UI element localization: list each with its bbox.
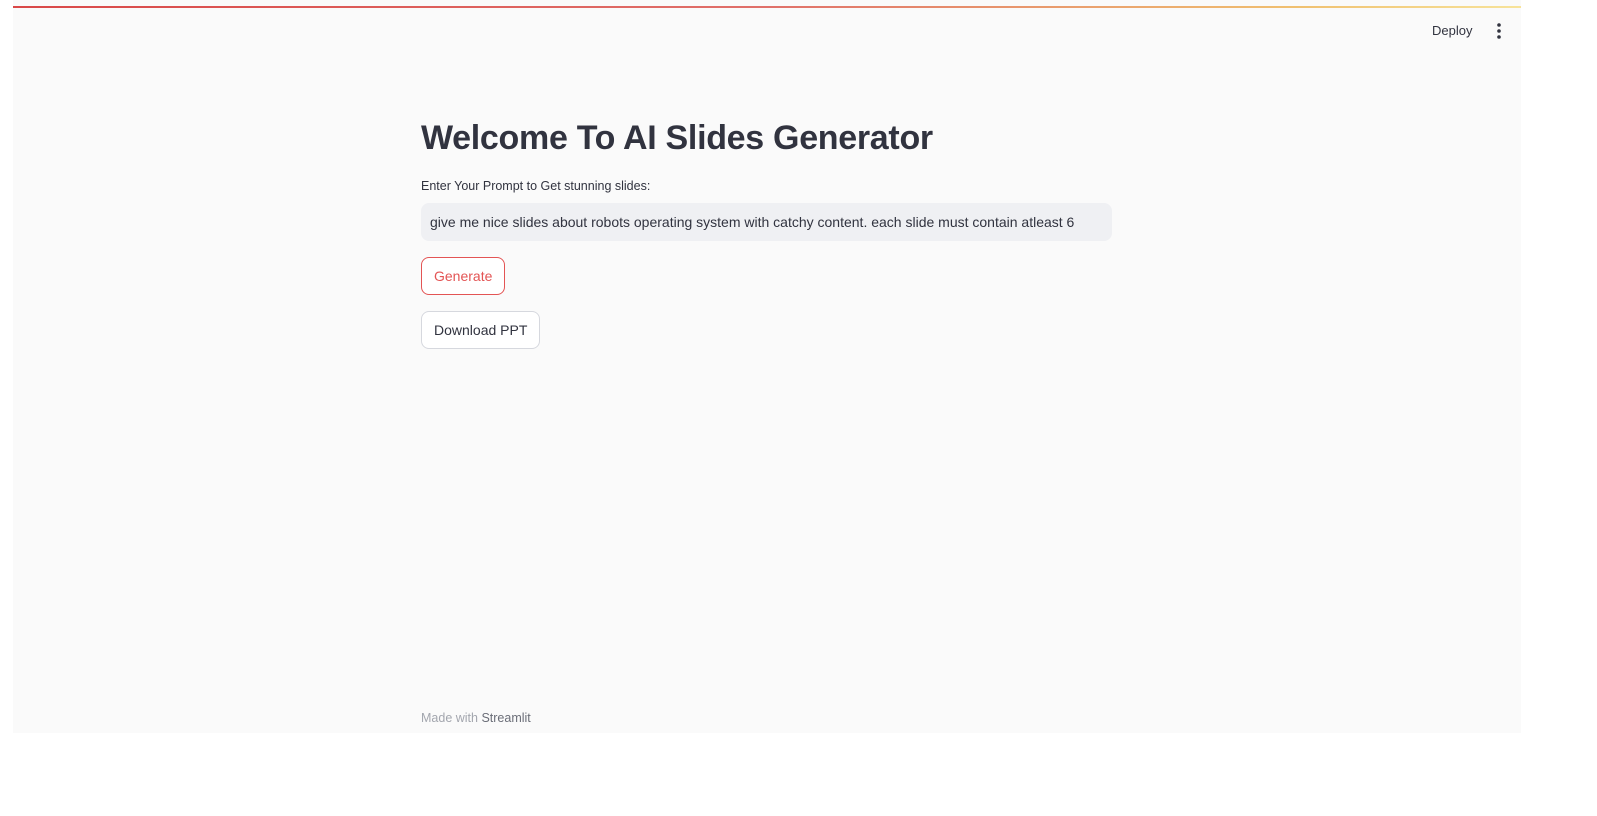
streamlit-link[interactable]: Streamlit: [481, 711, 530, 725]
prompt-input[interactable]: [421, 203, 1112, 241]
main-menu-button[interactable]: [1490, 20, 1508, 42]
vertical-ellipsis-icon: [1497, 23, 1501, 39]
download-ppt-button[interactable]: Download PPT: [421, 311, 541, 349]
top-decoration-bar: [13, 6, 1521, 8]
footer: Made with Streamlit: [421, 711, 531, 725]
generate-button[interactable]: Generate: [421, 257, 506, 295]
footer-prefix: Made with: [421, 711, 482, 725]
prompt-label: Enter Your Prompt to Get stunning slides…: [421, 179, 651, 193]
page-title: Welcome To AI Slides Generator: [421, 119, 933, 157]
main-content: Welcome To AI Slides Generator Enter You…: [421, 110, 1141, 349]
deploy-button[interactable]: Deploy: [1428, 20, 1476, 42]
app-window: Deploy Welcome To AI Slides Generator En…: [13, 0, 1521, 733]
